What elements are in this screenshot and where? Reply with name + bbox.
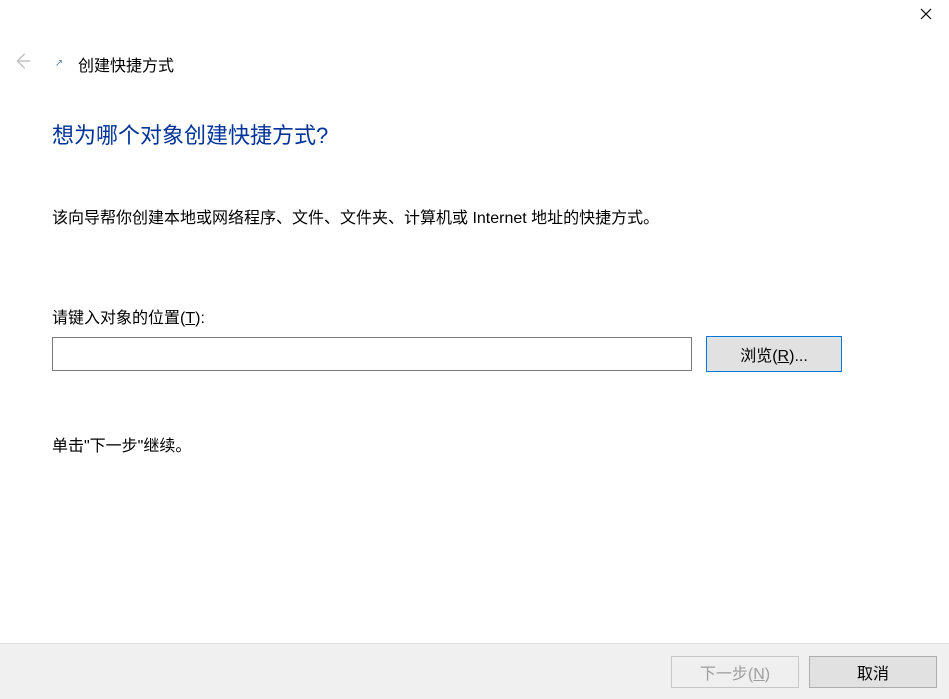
location-label: 请键入对象的位置(T): xyxy=(52,304,897,328)
location-input[interactable] xyxy=(52,337,692,371)
titlebar xyxy=(0,0,949,32)
next-button: 下一步(N) xyxy=(671,656,799,688)
wizard-content: 想为哪个对象创建快捷方式? 该向导帮你创建本地或网络程序、文件、文件夹、计算机或… xyxy=(52,118,897,456)
shortcut-arrow-icon xyxy=(52,57,66,71)
browse-post: )... xyxy=(789,348,808,365)
close-icon xyxy=(920,8,932,23)
next-accelerator: N xyxy=(753,666,765,683)
label-pre: 请键入对象的位置( xyxy=(52,310,185,327)
browse-accelerator: R xyxy=(778,348,790,365)
next-pre: 下一步( xyxy=(700,666,753,683)
wizard-header: 创建快捷方式 xyxy=(0,50,174,77)
back-arrow-icon xyxy=(11,50,33,77)
back-button xyxy=(0,50,38,77)
cancel-label: 取消 xyxy=(857,666,889,683)
cancel-button[interactable]: 取消 xyxy=(809,656,937,688)
close-button[interactable] xyxy=(903,0,949,30)
label-post: ): xyxy=(195,310,205,327)
wizard-footer: 下一步(N) 取消 xyxy=(0,643,949,699)
browse-button[interactable]: 浏览(R)... xyxy=(706,336,842,372)
continue-hint: 单击"下一步"继续。 xyxy=(52,432,897,456)
wizard-title: 创建快捷方式 xyxy=(78,52,174,76)
main-heading: 想为哪个对象创建快捷方式? xyxy=(52,118,897,150)
browse-pre: 浏览( xyxy=(740,348,777,365)
description-text: 该向导帮你创建本地或网络程序、文件、文件夹、计算机或 Internet 地址的快… xyxy=(52,208,897,230)
label-accelerator: T xyxy=(185,310,195,327)
next-post: ) xyxy=(765,666,770,683)
location-input-row: 浏览(R)... xyxy=(52,336,897,372)
